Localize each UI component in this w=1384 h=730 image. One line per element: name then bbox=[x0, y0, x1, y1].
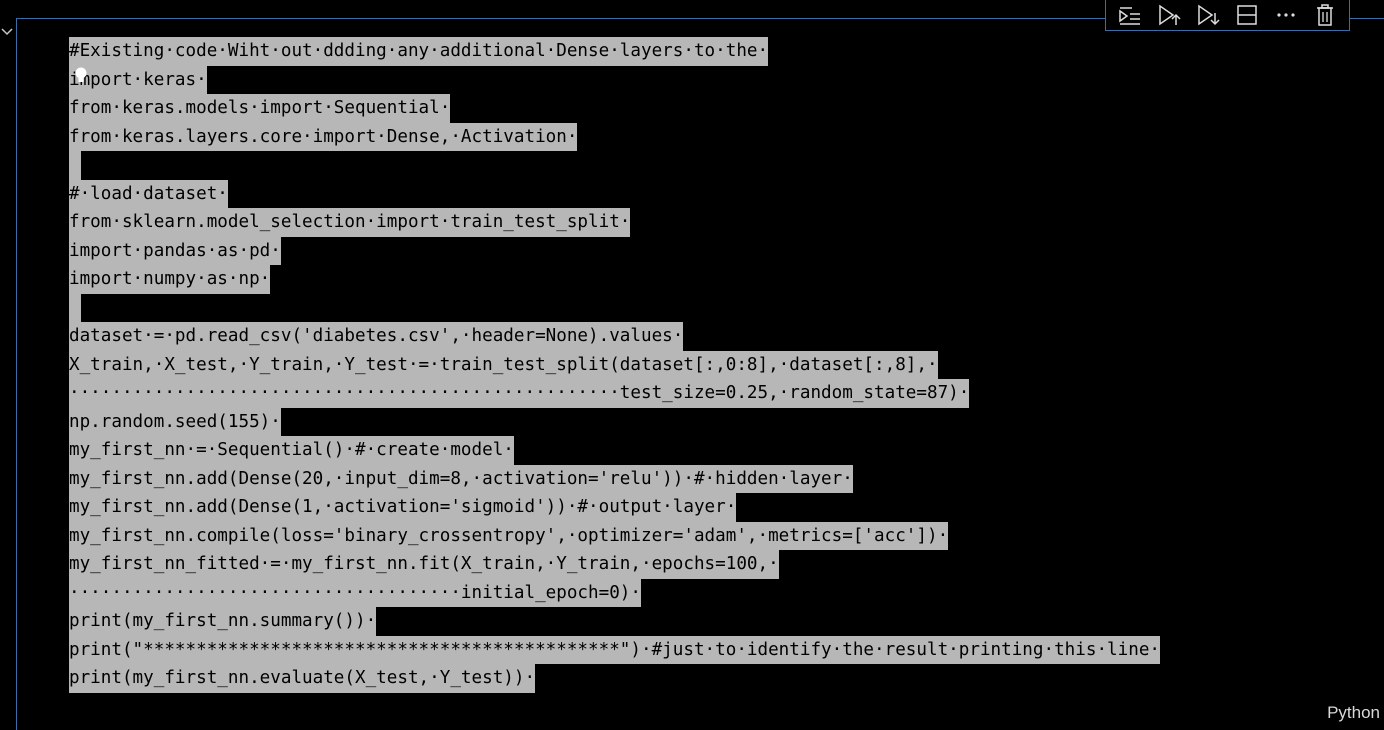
code-line[interactable]: import·numpy·as·np· bbox=[69, 265, 1160, 294]
code-line-text: #Existing·code·Wiht·out·ddding·any·addit… bbox=[69, 37, 769, 66]
code-editor[interactable]: #Existing·code·Wiht·out·ddding·any·addit… bbox=[69, 37, 1161, 693]
code-line[interactable]: from·keras.models·import·Sequential· bbox=[69, 94, 1160, 123]
code-line[interactable]: #Existing·code·Wiht·out·ddding·any·addit… bbox=[69, 37, 1160, 66]
code-line-text: print(my_first_nn.evaluate(X_test,·Y_tes… bbox=[69, 664, 536, 693]
more-actions-button[interactable] bbox=[1272, 2, 1300, 28]
code-line-text: from·sklearn.model_selection·import·trai… bbox=[69, 208, 631, 237]
code-line[interactable]: import·keras· bbox=[69, 65, 1160, 94]
code-line-text: import·pandas·as·pd· bbox=[69, 236, 281, 265]
language-indicator[interactable]: Python bbox=[1327, 703, 1380, 723]
code-line-text: ·····································ini… bbox=[69, 578, 641, 607]
code-line-text: X_train,·X_test,·Y_train,·Y_test·=·train… bbox=[69, 350, 938, 379]
run-cell-and-above-button[interactable] bbox=[1155, 2, 1183, 28]
code-line-text: from·keras.models·import·Sequential· bbox=[69, 94, 451, 123]
code-line-text: import·numpy·as·np· bbox=[69, 265, 271, 294]
code-line-text bbox=[69, 293, 81, 322]
more-actions-icon bbox=[1277, 13, 1295, 17]
code-line-text: import·keras· bbox=[69, 65, 207, 94]
code-line[interactable]: np.random.seed(155)· bbox=[69, 407, 1160, 436]
code-line-text: #·load·dataset· bbox=[69, 179, 228, 208]
code-line-text: my_first_nn_fitted·=·my_first_nn.fit(X_t… bbox=[69, 550, 779, 579]
code-line[interactable]: #·load·dataset· bbox=[69, 179, 1160, 208]
execute-below-icon bbox=[1198, 4, 1220, 26]
code-line[interactable]: ········································… bbox=[69, 379, 1160, 408]
code-line[interactable]: my_first_nn.add(Dense(1,·activation='sig… bbox=[69, 493, 1160, 522]
code-line[interactable]: ·····································ini… bbox=[69, 578, 1160, 607]
code-line-text: my_first_nn.compile(loss='binary_crossen… bbox=[69, 521, 949, 550]
code-line[interactable]: print(my_first_nn.summary())· bbox=[69, 607, 1160, 636]
code-line[interactable]: from·keras.layers.core·import·Dense,·Act… bbox=[69, 122, 1160, 151]
code-line-text: my_first_nn.add(Dense(20,·input_dim=8,·a… bbox=[69, 464, 853, 493]
run-by-line-icon bbox=[1158, 4, 1181, 26]
code-line[interactable]: my_first_nn_fitted·=·my_first_nn.fit(X_t… bbox=[69, 550, 1160, 579]
code-line[interactable]: print(my_first_nn.evaluate(X_test,·Y_tes… bbox=[69, 664, 1160, 693]
code-line[interactable]: my_first_nn·=·Sequential()·#·create·mode… bbox=[69, 436, 1160, 465]
code-line-text: my_first_nn·=·Sequential()·#·create·mode… bbox=[69, 436, 514, 465]
lightbulb-icon[interactable] bbox=[74, 66, 88, 86]
code-line-text: ········································… bbox=[69, 379, 970, 408]
code-line-text bbox=[69, 151, 81, 180]
delete-cell-button[interactable] bbox=[1311, 2, 1339, 28]
code-line[interactable]: X_train,·X_test,·Y_train,·Y_test·=·train… bbox=[69, 350, 1160, 379]
code-line[interactable]: from·sklearn.model_selection·import·trai… bbox=[69, 208, 1160, 237]
code-line-text: np.random.seed(155)· bbox=[69, 407, 281, 436]
execute-above-button[interactable] bbox=[1116, 2, 1144, 28]
split-cell-button[interactable] bbox=[1233, 2, 1261, 28]
delete-cell-icon bbox=[1317, 4, 1334, 26]
code-line-text: dataset·=·pd.read_csv('diabetes.csv',·he… bbox=[69, 322, 684, 351]
code-line-text: print("*********************************… bbox=[69, 635, 1161, 664]
code-line[interactable]: dataset·=·pd.read_csv('diabetes.csv',·he… bbox=[69, 322, 1160, 351]
split-cell-icon bbox=[1237, 5, 1257, 25]
code-line[interactable] bbox=[69, 151, 1160, 180]
chevron-down-icon[interactable] bbox=[0, 26, 14, 38]
code-line[interactable]: import·pandas·as·pd· bbox=[69, 236, 1160, 265]
code-line[interactable] bbox=[69, 293, 1160, 322]
code-line[interactable]: print("*********************************… bbox=[69, 635, 1161, 664]
code-line[interactable]: my_first_nn.add(Dense(20,·input_dim=8,·a… bbox=[69, 464, 1160, 493]
execute-below-button[interactable] bbox=[1194, 2, 1222, 28]
execute-above-icon bbox=[1118, 7, 1140, 25]
code-line[interactable]: my_first_nn.compile(loss='binary_crossen… bbox=[69, 521, 1160, 550]
cell-toolbar bbox=[1105, 0, 1350, 31]
code-line-text: my_first_nn.add(Dense(1,·activation='sig… bbox=[69, 493, 737, 522]
code-line-text: from·keras.layers.core·import·Dense,·Act… bbox=[69, 122, 578, 151]
code-line-text: print(my_first_nn.summary())· bbox=[69, 607, 377, 636]
